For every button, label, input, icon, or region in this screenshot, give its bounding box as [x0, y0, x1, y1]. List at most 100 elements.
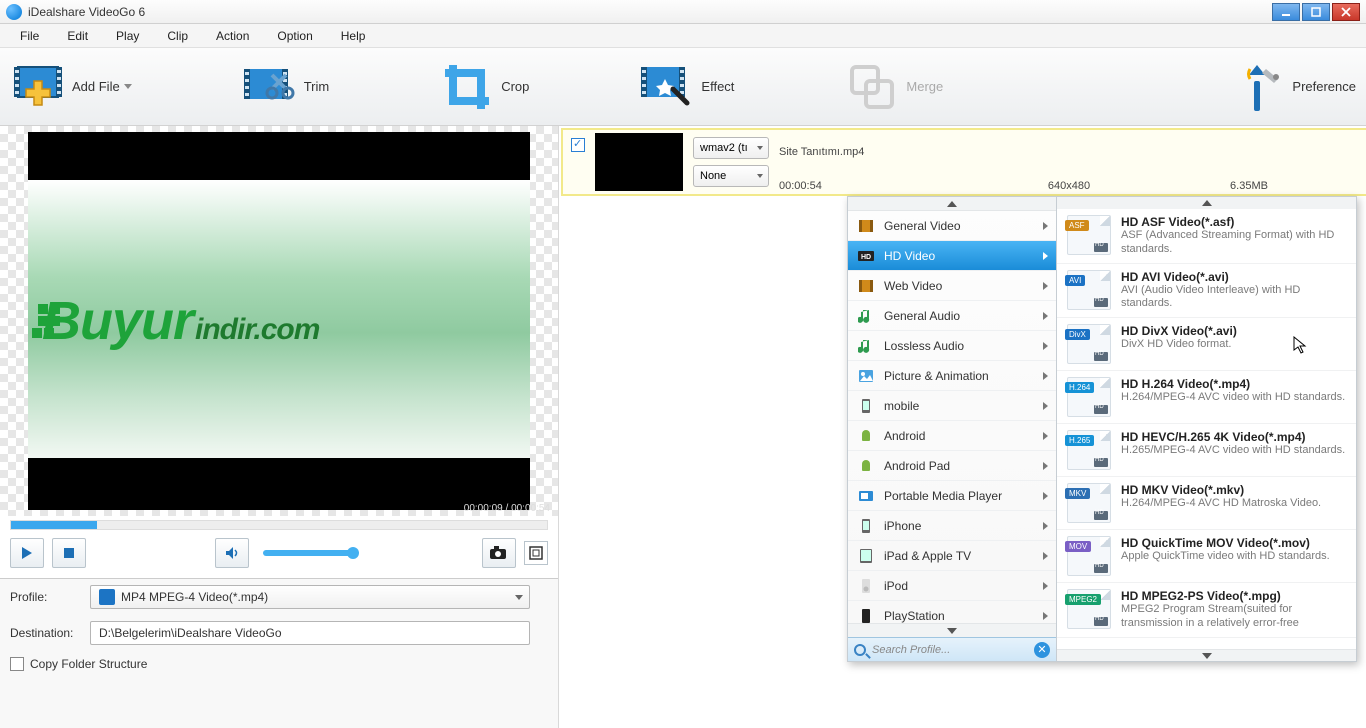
app-title: iDealshare VideoGo 6	[28, 5, 1272, 19]
iphone-icon	[858, 518, 874, 534]
chevron-right-icon	[1043, 582, 1048, 590]
timecode: 00:00:09 / 00:00:54	[464, 503, 550, 514]
chevron-right-icon	[1043, 432, 1048, 440]
profile-select[interactable]: MP4 MPEG-4 Video(*.mp4)	[90, 585, 530, 609]
preference-button[interactable]: Preference	[1230, 59, 1356, 115]
clear-search-button[interactable]: ✕	[1034, 642, 1050, 658]
menu-action[interactable]: Action	[202, 25, 263, 47]
window-buttons	[1272, 3, 1360, 21]
format-scroll-down[interactable]	[1057, 649, 1356, 661]
category-item-web-video[interactable]: Web Video	[848, 271, 1056, 301]
file-name: Site Tanıtımı.mp4	[779, 146, 979, 158]
format-item[interactable]: ASFHD ASF Video(*.asf)ASF (Advanced Stre…	[1057, 209, 1356, 264]
category-label: General Video	[884, 219, 961, 233]
format-list: ASFHD ASF Video(*.asf)ASF (Advanced Stre…	[1057, 196, 1357, 662]
category-item-ipod[interactable]: iPod	[848, 571, 1056, 601]
category-item-ipad[interactable]: iPad & Apple TV	[848, 541, 1056, 571]
category-item-portable-media[interactable]: Portable Media Player	[848, 481, 1056, 511]
svg-text:HD: HD	[861, 254, 871, 261]
subtitle-select[interactable]: None	[693, 165, 769, 187]
general-video-icon	[858, 218, 874, 234]
playback-progress[interactable]	[10, 520, 548, 530]
maximize-button[interactable]	[1302, 3, 1330, 21]
category-scroll-up[interactable]	[848, 197, 1056, 211]
category-item-general-audio[interactable]: General Audio	[848, 301, 1056, 331]
chevron-right-icon	[1043, 222, 1048, 230]
category-scroll-down[interactable]	[848, 623, 1056, 637]
format-item[interactable]: AVIHD AVI Video(*.avi)AVI (Audio Video I…	[1057, 264, 1356, 319]
format-icon: DivX	[1067, 324, 1111, 364]
crop-icon	[439, 59, 495, 115]
category-item-hd-video[interactable]: HD HD Video	[848, 241, 1056, 271]
format-item[interactable]: DivXHD DivX Video(*.avi)DivX HD Video fo…	[1057, 318, 1356, 371]
format-scroll-up[interactable]	[1057, 197, 1356, 209]
hd-video-icon: HD	[858, 248, 874, 264]
format-item[interactable]: MPEG2HD MPEG2-PS Video(*.mpg)MPEG2 Progr…	[1057, 583, 1356, 638]
video-content[interactable]: Buyurindir.com	[28, 180, 530, 458]
titlebar: iDealshare VideoGo 6	[0, 0, 1366, 24]
add-file-label: Add File	[72, 79, 120, 94]
category-item-mobile[interactable]: mobile	[848, 391, 1056, 421]
android-icon	[858, 428, 874, 444]
merge-label: Merge	[906, 79, 943, 94]
fullscreen-button[interactable]	[524, 541, 548, 565]
menu-clip[interactable]: Clip	[153, 25, 202, 47]
category-list: General Video HD HD Video Web VideoGeneral …	[847, 196, 1057, 662]
format-item[interactable]: MKVHD MKV Video(*.mkv)H.264/MPEG-4 AVC H…	[1057, 477, 1356, 530]
close-button[interactable]	[1332, 3, 1360, 21]
minimize-button[interactable]	[1272, 3, 1300, 21]
preference-icon	[1230, 59, 1286, 115]
format-item[interactable]: MOVHD QuickTime MOV Video(*.mov)Apple Qu…	[1057, 530, 1356, 583]
menu-help[interactable]: Help	[327, 25, 380, 47]
lossless-audio-icon	[858, 338, 874, 354]
trim-button[interactable]: Trim	[242, 59, 330, 115]
effect-button[interactable]: Effect	[639, 59, 734, 115]
category-label: mobile	[884, 399, 919, 413]
destination-input[interactable]	[90, 621, 530, 645]
snapshot-button[interactable]	[482, 538, 516, 568]
search-icon	[854, 644, 866, 656]
menu-edit[interactable]: Edit	[53, 25, 102, 47]
category-item-lossless-audio[interactable]: Lossless Audio	[848, 331, 1056, 361]
play-button[interactable]	[10, 538, 44, 568]
menu-file[interactable]: File	[6, 25, 53, 47]
format-item[interactable]: H.265HD HEVC/H.265 4K Video(*.mp4)H.265/…	[1057, 424, 1356, 477]
menubar: File Edit Play Clip Action Option Help	[0, 24, 1366, 48]
copy-folder-checkbox[interactable]	[10, 657, 24, 671]
dropdown-icon	[124, 84, 132, 89]
category-item-android-pad[interactable]: Android Pad	[848, 451, 1056, 481]
add-file-button[interactable]: Add File	[10, 59, 132, 115]
file-size: 6.35MB	[1159, 180, 1339, 192]
volume-slider[interactable]	[263, 550, 353, 556]
portable-media-icon	[858, 488, 874, 504]
category-item-picture-animation[interactable]: Picture & Animation	[848, 361, 1056, 391]
format-name: HD DivX Video(*.avi)	[1121, 324, 1346, 338]
category-item-general-video[interactable]: General Video	[848, 211, 1056, 241]
chevron-right-icon	[1043, 522, 1048, 530]
brand-text: Buyurindir.com	[42, 290, 319, 352]
playstation-icon	[858, 608, 874, 624]
menu-play[interactable]: Play	[102, 25, 153, 47]
general-audio-icon	[858, 308, 874, 324]
search-profile-input[interactable]	[872, 644, 1028, 656]
stop-button[interactable]	[52, 538, 86, 568]
merge-button[interactable]: Merge	[844, 59, 943, 115]
category-item-iphone[interactable]: iPhone	[848, 511, 1056, 541]
menu-option[interactable]: Option	[263, 25, 326, 47]
category-item-android[interactable]: Android	[848, 421, 1056, 451]
copy-folder-label: Copy Folder Structure	[30, 657, 147, 671]
mute-button[interactable]	[215, 538, 249, 568]
effect-label: Effect	[701, 79, 734, 94]
format-name: HD ASF Video(*.asf)	[1121, 215, 1346, 229]
crop-button[interactable]: Crop	[439, 59, 529, 115]
format-icon: MPEG2	[1067, 589, 1111, 629]
ipod-icon	[858, 578, 874, 594]
format-name: HD HEVC/H.265 4K Video(*.mp4)	[1121, 430, 1346, 444]
audio-codec-select[interactable]: wmav2 (tı	[693, 137, 769, 159]
effect-icon	[639, 59, 695, 115]
output-settings: Profile: MP4 MPEG-4 Video(*.mp4) Destina…	[0, 578, 558, 728]
format-item[interactable]: H.264HD H.264 Video(*.mp4)H.264/MPEG-4 A…	[1057, 371, 1356, 424]
file-checkbox[interactable]	[571, 138, 585, 152]
file-row[interactable]: wmav2 (tı None Site Tanıtımı.mp4 MPEG4 0…	[561, 128, 1366, 196]
category-label: HD Video	[884, 249, 935, 263]
